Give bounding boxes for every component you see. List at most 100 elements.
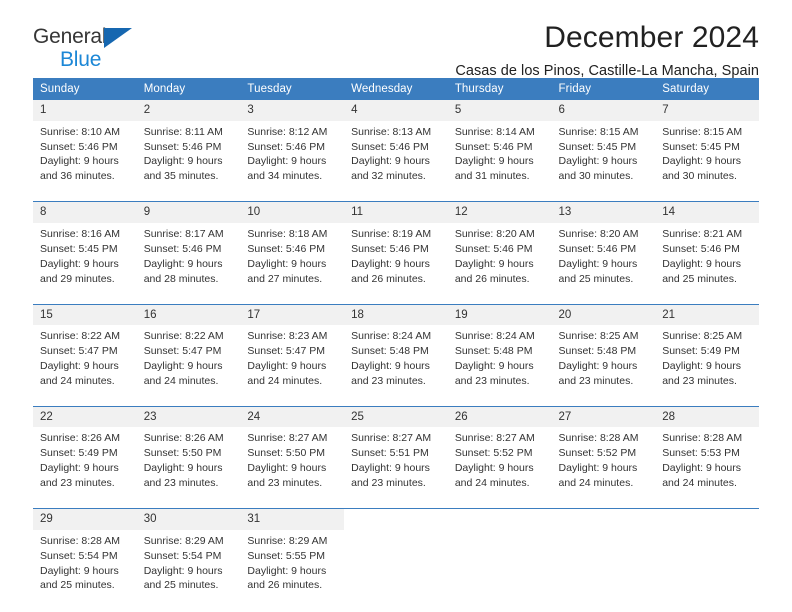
day-number[interactable]: 16	[136, 304, 241, 326]
day-daylight-text: and 25 minutes.	[143, 579, 219, 592]
day-details: Sunrise: 8:26 AM Sunset: 5:49 PM Daylight:…	[33, 427, 137, 500]
day-number[interactable]: 10	[240, 202, 345, 223]
day-sunset-text: Sunset: 5:48 PM	[351, 345, 429, 358]
day-number[interactable]: 6	[551, 100, 656, 121]
day-number-row: 29 30 31	[33, 509, 759, 530]
day-sunrise-text: Sunrise: 8:19 AM	[351, 227, 432, 240]
day-number[interactable]: 28	[655, 406, 759, 428]
day-number[interactable]: 4	[344, 100, 448, 121]
day-number[interactable]: 7	[655, 100, 759, 121]
day-daylight-text: and 29 minutes.	[40, 272, 115, 285]
day-number[interactable]: 31	[240, 509, 345, 530]
day-number[interactable]: 13	[551, 202, 656, 223]
day-daylight-text: Daylight: 9 hours	[247, 564, 327, 577]
day-number[interactable]: 9	[136, 202, 241, 223]
day-sunrise-text: Sunrise: 8:13 AM	[351, 125, 432, 138]
day-daylight-text: Daylight: 9 hours	[143, 155, 223, 168]
day-number[interactable]: 8	[33, 202, 137, 223]
day-daylight-text: and 26 minutes.	[247, 579, 323, 592]
day-daylight-text: and 23 minutes.	[558, 374, 634, 387]
day-number[interactable]: 14	[655, 202, 759, 223]
day-daylight-text: Daylight: 9 hours	[662, 462, 742, 475]
day-details: Sunrise: 8:29 AM Sunset: 5:54 PM Daylight:…	[136, 529, 241, 602]
day-sunrise-text: Sunrise: 8:28 AM	[558, 432, 639, 445]
day-number[interactable]: 26	[447, 406, 552, 428]
day-sunset-text: Sunset: 5:53 PM	[662, 447, 740, 460]
day-number[interactable]: 5	[447, 100, 552, 121]
day-daylight-text: and 30 minutes.	[662, 170, 737, 183]
day-number[interactable]: 3	[240, 100, 345, 121]
day-number[interactable]: 27	[551, 406, 656, 428]
day-cell-empty	[655, 509, 759, 530]
day-number[interactable]: 29	[33, 509, 137, 530]
weekday-header-thursday: Thursday	[447, 78, 552, 100]
day-number[interactable]: 22	[33, 406, 137, 428]
day-daylight-text: Daylight: 9 hours	[40, 155, 119, 168]
day-daylight-text: Daylight: 9 hours	[454, 257, 534, 270]
logo-triangle-icon	[104, 28, 132, 48]
day-sunrise-text: Sunrise: 8:10 AM	[40, 125, 120, 138]
day-sunrise-text: Sunrise: 8:28 AM	[662, 432, 743, 445]
day-number[interactable]: 25	[344, 406, 448, 428]
day-number[interactable]: 17	[240, 304, 345, 326]
week-separator	[33, 499, 759, 510]
day-info-row: Sunrise: 8:26 AM Sunset: 5:49 PM Daylight:…	[33, 427, 759, 500]
day-daylight-text: and 36 minutes.	[40, 170, 115, 183]
day-sunset-text: Sunset: 5:46 PM	[662, 242, 740, 255]
title-block: December 2024 Casas de los Pinos, Castil…	[455, 22, 759, 79]
day-daylight-text: Daylight: 9 hours	[40, 359, 119, 372]
day-daylight-text: Daylight: 9 hours	[247, 462, 327, 475]
week-separator	[33, 192, 759, 203]
day-number[interactable]: 2	[136, 100, 241, 121]
day-daylight-text: and 24 minutes.	[454, 477, 530, 490]
day-daylight-text: Daylight: 9 hours	[247, 359, 327, 372]
day-daylight-text: Daylight: 9 hours	[351, 155, 430, 168]
weekday-header-saturday: Saturday	[655, 78, 759, 100]
day-details: Sunrise: 8:29 AM Sunset: 5:55 PM Daylight:…	[240, 529, 345, 602]
day-number[interactable]: 19	[447, 304, 552, 326]
calendar-header: Sunday Monday Tuesday Wednesday Thursday…	[33, 78, 759, 100]
day-details: Sunrise: 8:24 AM Sunset: 5:48 PM Daylight:…	[447, 325, 552, 398]
day-sunrise-text: Sunrise: 8:24 AM	[454, 330, 535, 343]
day-number[interactable]: 24	[240, 406, 345, 428]
day-details: Sunrise: 8:27 AM Sunset: 5:51 PM Daylight:…	[344, 427, 448, 500]
day-details: Sunrise: 8:23 AM Sunset: 5:47 PM Daylight:…	[240, 325, 345, 398]
location-subtitle: Casas de los Pinos, Castille-La Mancha, …	[455, 62, 759, 79]
week-separator-cell	[33, 294, 759, 305]
day-number[interactable]: 12	[447, 202, 552, 223]
day-number[interactable]: 18	[344, 304, 448, 326]
day-daylight-text: Daylight: 9 hours	[558, 257, 638, 270]
day-daylight-text: Daylight: 9 hours	[351, 462, 430, 475]
day-sunset-text: Sunset: 5:49 PM	[662, 345, 740, 358]
day-number[interactable]: 15	[33, 304, 137, 326]
day-details: Sunrise: 8:12 AM Sunset: 5:46 PM Daylight:…	[240, 120, 345, 193]
day-number-row: 15 16 17 18 19 20 21	[33, 304, 759, 326]
day-sunrise-text: Sunrise: 8:12 AM	[247, 125, 328, 138]
day-sunset-text: Sunset: 5:51 PM	[351, 447, 429, 460]
day-details-empty	[344, 529, 448, 602]
page-header: General Blue December 2024 Casas de los …	[33, 0, 759, 79]
day-sunset-text: Sunset: 5:46 PM	[454, 242, 533, 255]
day-sunrise-text: Sunrise: 8:23 AM	[247, 330, 328, 343]
day-number[interactable]: 21	[655, 304, 759, 326]
day-number[interactable]: 23	[136, 406, 241, 428]
day-details: Sunrise: 8:19 AM Sunset: 5:46 PM Daylight:…	[344, 222, 448, 296]
day-number[interactable]: 1	[33, 100, 137, 121]
day-sunrise-text: Sunrise: 8:15 AM	[558, 125, 639, 138]
day-sunrise-text: Sunrise: 8:24 AM	[351, 330, 432, 343]
day-daylight-text: Daylight: 9 hours	[143, 359, 223, 372]
day-number[interactable]: 11	[344, 202, 448, 223]
day-daylight-text: and 30 minutes.	[558, 170, 634, 183]
day-sunrise-text: Sunrise: 8:29 AM	[143, 534, 224, 547]
day-daylight-text: Daylight: 9 hours	[40, 564, 119, 577]
day-number[interactable]: 20	[551, 304, 656, 326]
day-sunset-text: Sunset: 5:50 PM	[143, 447, 222, 460]
day-daylight-text: Daylight: 9 hours	[247, 155, 327, 168]
day-number[interactable]: 30	[136, 509, 241, 530]
week-separator	[33, 396, 759, 407]
day-details: Sunrise: 8:15 AM Sunset: 5:45 PM Daylight:…	[551, 120, 656, 193]
page-title: December 2024	[544, 21, 759, 54]
day-sunset-text: Sunset: 5:46 PM	[247, 242, 326, 255]
day-details: Sunrise: 8:15 AM Sunset: 5:45 PM Daylight:…	[655, 120, 759, 193]
week-separator-cell	[33, 396, 759, 407]
